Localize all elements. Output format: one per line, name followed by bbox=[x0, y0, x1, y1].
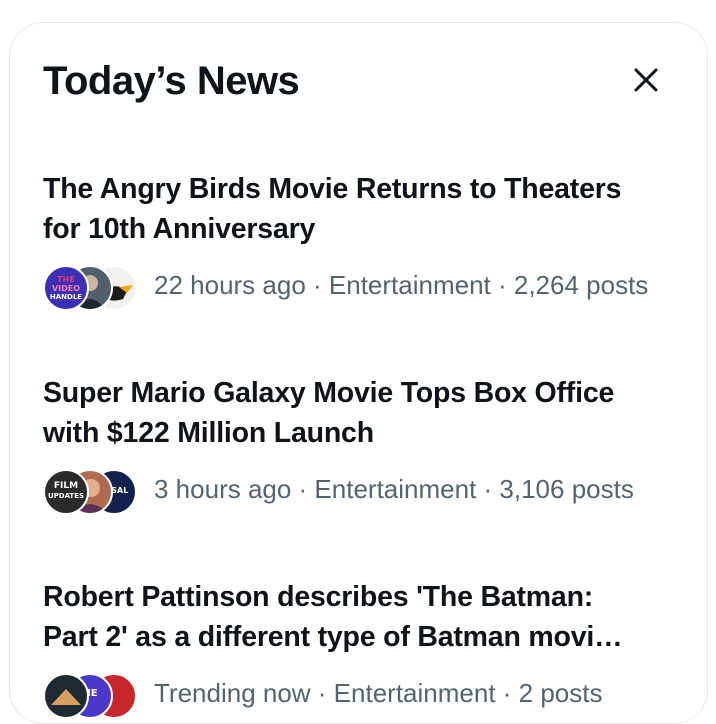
news-meta-row: HE Trending now · Entertainment · 2 post… bbox=[43, 671, 667, 719]
news-meta-row: FILM UPDATES ERSAL 3 hours ago · Enterta… bbox=[43, 467, 667, 515]
avatar-stack: HE bbox=[43, 673, 143, 719]
panel-title: Today’s News bbox=[43, 59, 300, 103]
close-button[interactable] bbox=[629, 63, 663, 97]
headline-line: with $122 Million Launch bbox=[43, 417, 374, 449]
headline-line: Part 2' as a different type of Batman mo… bbox=[43, 621, 623, 653]
news-meta: 22 hours ago · Entertainment · 2,264 pos… bbox=[154, 270, 649, 300]
film-updates-avatar: FILM UPDATES bbox=[43, 469, 89, 515]
todays-news-panel: Today’s News The Angry Birds Movie Retur… bbox=[9, 22, 708, 724]
news-item[interactable]: Super Mario Galaxy Movie Tops Box Office… bbox=[43, 373, 667, 515]
news-meta: 3 hours ago · Entertainment · 3,106 post… bbox=[154, 474, 634, 504]
headline-line: Super Mario Galaxy Movie Tops Box Office bbox=[43, 377, 615, 409]
news-item[interactable]: Robert Pattinson describes 'The Batman: … bbox=[43, 577, 667, 719]
news-meta: Trending now · Entertainment · 2 posts bbox=[154, 678, 603, 708]
news-headline: Robert Pattinson describes 'The Batman: … bbox=[43, 577, 667, 657]
the-nerdy-video-handle-avatar: THE VIDEO HANDLE bbox=[43, 265, 89, 311]
panel-header: Today’s News bbox=[43, 59, 667, 109]
close-icon bbox=[634, 68, 658, 92]
news-item[interactable]: The Angry Birds Movie Returns to Theater… bbox=[43, 169, 667, 311]
avatar-stack: THE VIDEO HANDLE bbox=[43, 265, 143, 311]
batman-fan-avatar bbox=[43, 673, 89, 719]
news-headline: The Angry Birds Movie Returns to Theater… bbox=[43, 169, 667, 249]
headline-line: for 10th Anniversary bbox=[43, 213, 316, 245]
headline-line: Robert Pattinson describes 'The Batman: bbox=[43, 581, 594, 613]
headline-line: The Angry Birds Movie Returns to Theater… bbox=[43, 173, 622, 205]
news-headline: Super Mario Galaxy Movie Tops Box Office… bbox=[43, 373, 667, 453]
news-meta-row: THE VIDEO HANDLE 22 hours ago · Entertai… bbox=[43, 263, 667, 311]
avatar-stack: FILM UPDATES ERSAL bbox=[43, 469, 143, 515]
